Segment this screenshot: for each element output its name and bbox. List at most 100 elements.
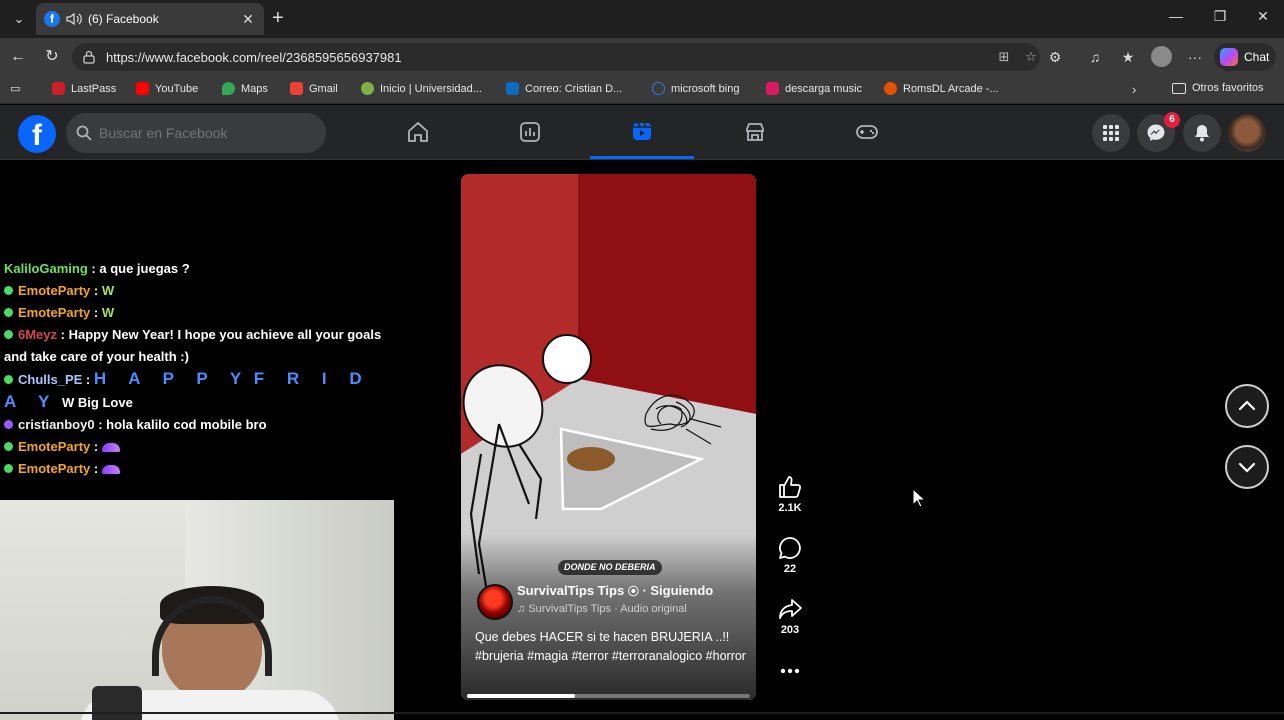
speaker-icon[interactable]: [66, 12, 82, 26]
audio-attribution[interactable]: ♫ SurvivalTips Tips · Audio original: [517, 603, 687, 615]
favorite-star-icon[interactable]: ☆: [1022, 48, 1040, 66]
chat-text: : hola kalilo cod mobile bro: [98, 417, 267, 432]
share-arrow-icon: [779, 599, 802, 619]
like-button[interactable]: 2.1K: [770, 474, 810, 514]
facebook-search[interactable]: [66, 113, 326, 153]
phone: [92, 686, 142, 720]
verified-dot-icon: [4, 286, 13, 295]
bookmark-label: YouTube: [155, 82, 199, 95]
bookmark-youtube[interactable]: YouTube: [136, 82, 198, 95]
site-info-icon[interactable]: [82, 50, 96, 64]
nav-video[interactable]: [478, 105, 582, 159]
bookmark-label: Gmail: [309, 82, 338, 95]
account-avatar[interactable]: [1228, 114, 1266, 152]
chat-message: KaliloGaming : a que juegas ?: [4, 258, 394, 280]
browser-tab[interactable]: f (6) Facebook ✕: [36, 3, 264, 35]
emote-purple-icon: [101, 465, 120, 474]
stream-chat-overlay: KaliloGaming : a que juegas ? EmoteParty…: [4, 258, 394, 480]
restore-icon[interactable]: ❐: [1210, 8, 1230, 25]
extensions-icon[interactable]: ⚙: [1045, 47, 1065, 67]
reel-video[interactable]: DONDE NO DEBERIA SurvivalTips Tips ⦿ · S…: [461, 174, 756, 700]
bookmark-label: microsoft bing: [671, 82, 740, 95]
audio-text[interactable]: SurvivalTips Tips · Audio original: [528, 603, 687, 615]
url-text[interactable]: https://www.facebook.com/reel/2368595656…: [106, 50, 986, 65]
chat-text: : Happy New Year! I hope you achieve all…: [4, 327, 382, 364]
nav-marketplace[interactable]: [703, 105, 807, 159]
chat-username: cristianboy0: [18, 417, 95, 432]
subscriber-dot-icon: [4, 420, 13, 429]
messenger-badge: 6: [1164, 112, 1180, 128]
browser-tab-bar: ⌄ f (6) Facebook ✕ + — ❐ ✕: [0, 0, 1284, 38]
browser-profile-avatar[interactable]: [1151, 46, 1172, 67]
universidad-icon: [361, 82, 374, 95]
bookmark-universidad[interactable]: Inicio | Universidad...: [361, 82, 482, 95]
previous-reel-button[interactable]: [1225, 384, 1269, 428]
video-icon: [520, 122, 540, 142]
home-icon: [408, 121, 428, 142]
other-favorites-label: Otros favoritos: [1192, 82, 1264, 94]
bookmark-correo[interactable]: Correo: Cristian D...: [506, 82, 622, 95]
search-input[interactable]: [99, 125, 299, 141]
chat-message: EmoteParty :: [4, 436, 394, 458]
next-reel-button[interactable]: [1225, 445, 1269, 489]
facebook-logo-icon[interactable]: f: [18, 115, 56, 153]
chat-username: EmoteParty: [18, 305, 91, 320]
bookmark-label: RomsDL Arcade -...: [903, 82, 999, 95]
browser-toolbar: ← ↻ https://www.facebook.com/reel/236859…: [0, 38, 1284, 76]
bookmarks-menu-icon[interactable]: ▭: [10, 82, 20, 95]
copilot-chat-button[interactable]: Chat: [1214, 43, 1276, 71]
more-options-button[interactable]: [770, 658, 810, 684]
mouse-cursor-icon: [912, 488, 926, 508]
nav-home[interactable]: [366, 105, 470, 159]
app-available-icon[interactable]: ⊞: [995, 48, 1013, 66]
chat-text: :: [93, 305, 99, 320]
chat-text: : a que juegas ?: [91, 261, 190, 276]
author-name-text[interactable]: SurvivalTips Tips: [517, 583, 624, 598]
author-avatar[interactable]: [477, 584, 513, 620]
chat-username: EmoteParty: [18, 439, 91, 454]
facebook-header: f: [0, 105, 1284, 160]
bookmark-descarga[interactable]: descarga music: [766, 82, 862, 95]
bookmarks-overflow-chevron-icon[interactable]: ›: [1132, 82, 1136, 97]
media-icon[interactable]: ♫: [1085, 47, 1105, 67]
nav-gaming[interactable]: [815, 105, 919, 159]
reels-icon: [633, 122, 651, 140]
bookmark-bing[interactable]: microsoft bing: [652, 82, 739, 95]
bookmark-label: Inicio | Universidad...: [380, 82, 482, 95]
new-tab-icon[interactable]: +: [272, 8, 284, 28]
share-count: 203: [780, 624, 800, 636]
comment-count: 22: [783, 563, 797, 575]
bookmark-romsdl[interactable]: RomsDL Arcade -...: [884, 82, 999, 95]
more-menu-icon[interactable]: ···: [1185, 47, 1205, 67]
bookmark-lastpass[interactable]: LastPass: [52, 82, 116, 95]
menu-grid-button[interactable]: [1092, 114, 1130, 152]
favorites-icon[interactable]: ★: [1118, 47, 1138, 67]
tab-close-icon[interactable]: ✕: [240, 11, 256, 28]
nav-reels[interactable]: [590, 105, 694, 159]
following-label[interactable]: · Siguiendo: [642, 583, 713, 598]
chat-text: :: [93, 461, 99, 476]
other-favorites-folder[interactable]: Otros favoritos: [1172, 82, 1264, 94]
outlook-icon: [506, 82, 519, 95]
chat-text: :: [93, 283, 99, 298]
window-close-icon[interactable]: ✕: [1253, 8, 1273, 25]
minimize-icon[interactable]: —: [1166, 8, 1186, 24]
bookmark-maps[interactable]: Maps: [222, 82, 268, 95]
thumbs-up-icon: [779, 476, 802, 498]
bookmark-gmail[interactable]: Gmail: [290, 82, 338, 95]
chat-text: :: [85, 372, 91, 387]
author-name[interactable]: SurvivalTips Tips ⦿ · Siguiendo: [517, 583, 713, 599]
address-bar[interactable]: https://www.facebook.com/reel/2368595656…: [72, 43, 1040, 71]
emote-w: W: [101, 305, 115, 320]
share-button[interactable]: 203: [770, 596, 810, 636]
chevron-down-icon: [1238, 462, 1256, 473]
copilot-icon: [1220, 48, 1238, 66]
reel-progress-bar[interactable]: [467, 694, 750, 698]
comment-button[interactable]: 22: [770, 535, 810, 575]
notifications-button[interactable]: [1183, 114, 1221, 152]
music-icon: [766, 82, 779, 95]
tab-list-chevron-icon[interactable]: ⌄: [8, 8, 30, 30]
chat-username: Chulls_PE: [18, 372, 83, 387]
back-arrow-icon[interactable]: ←: [8, 47, 28, 67]
reload-icon[interactable]: ↻: [42, 47, 62, 67]
